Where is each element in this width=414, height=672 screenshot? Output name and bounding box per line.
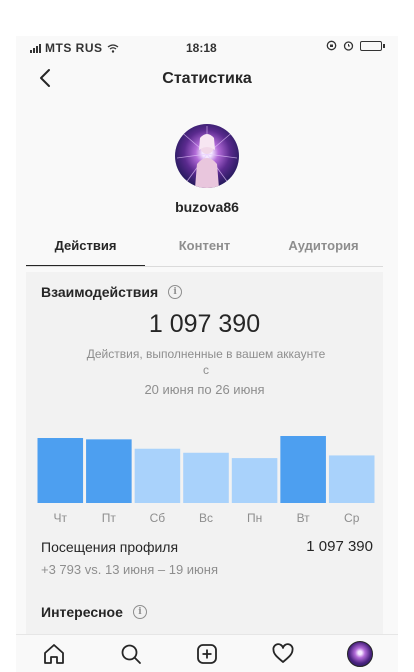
profile-avatar[interactable] <box>345 639 375 669</box>
chart-bar-Чт[interactable] <box>37 438 84 503</box>
chart-bar-Сб[interactable] <box>134 448 181 503</box>
chart-bar-Пт[interactable] <box>86 439 132 503</box>
chart-tick-label: Сб <box>150 511 166 525</box>
tab-actions[interactable]: Действия <box>26 232 145 266</box>
chart-bar-Вт[interactable] <box>280 436 326 503</box>
info-icon[interactable]: i <box>132 605 147 619</box>
avatar[interactable] <box>175 124 239 188</box>
stats-tabs: Действия Контент Аудитория <box>26 232 383 267</box>
carrier-name: MTS RUS <box>45 41 103 55</box>
alarm-icon <box>343 41 354 51</box>
profile-visits-label: Посещения профиля <box>41 539 179 555</box>
add-post-icon[interactable] <box>192 639 222 669</box>
chart-tick-label: Пт <box>102 511 117 525</box>
info-icon[interactable]: i <box>168 285 183 299</box>
interactions-total: 1 097 390 <box>148 310 261 338</box>
heart-icon[interactable] <box>268 639 298 669</box>
tab-audience[interactable]: Аудитория <box>264 232 383 266</box>
username: buzova86 <box>175 199 239 215</box>
chart-tick-label: Вт <box>297 511 311 525</box>
tab-content[interactable]: Контент <box>145 232 264 266</box>
search-icon[interactable] <box>116 639 146 669</box>
chart-bar-Вс[interactable] <box>183 452 229 503</box>
interactions-chart: Чт Пт Сб Вс Пн Вт Ср <box>36 410 376 530</box>
battery-icon <box>360 40 385 51</box>
wifi-icon <box>107 43 118 53</box>
status-right <box>326 40 385 51</box>
signal-icon <box>30 43 41 53</box>
profile-visits-comparison: +3 793 vs. 13 июня – 19 июня <box>41 562 219 577</box>
header: Статистика <box>16 58 398 98</box>
interactions-title: Взаимодействия <box>41 284 159 300</box>
chart-tick-label: Ср <box>344 511 360 525</box>
bottom-nav <box>16 634 398 672</box>
status-time: 18:18 <box>186 41 217 55</box>
interactions-description: Действия, выполненные в вашем аккаунте с <box>86 347 326 377</box>
interesting-header: Интересное i <box>41 604 147 620</box>
chart-svg: Чт Пт Сб Вс Пн Вт Ср <box>37 436 375 525</box>
rotation-lock-icon <box>326 40 337 51</box>
interesting-title: Интересное <box>41 604 123 620</box>
chart-bar-Пн[interactable] <box>231 458 278 503</box>
interactions-date-range: 20 июня по 26 июня <box>144 382 265 397</box>
chart-tick-label: Вс <box>199 511 213 525</box>
chart-tick-label: Чт <box>54 511 68 525</box>
page-title: Статистика <box>162 70 252 87</box>
avatar-small <box>346 640 373 667</box>
home-icon[interactable] <box>39 639 69 669</box>
profile-visits-value: 1 097 390 <box>306 538 373 555</box>
interactions-header: Взаимодействия i <box>41 284 183 300</box>
interactions-card: Взаимодействия i 1 097 390 Действия, вып… <box>26 272 383 672</box>
phone-screen: MTS RUS 18:18 Статистика buzova86 Действ… <box>16 36 398 672</box>
carrier-info: MTS RUS <box>30 41 119 55</box>
chart-bar-Ср[interactable] <box>328 455 375 503</box>
status-bar: MTS RUS 18:18 <box>16 36 398 58</box>
avatar-image <box>176 126 238 188</box>
chart-tick-label: Пн <box>247 511 262 525</box>
